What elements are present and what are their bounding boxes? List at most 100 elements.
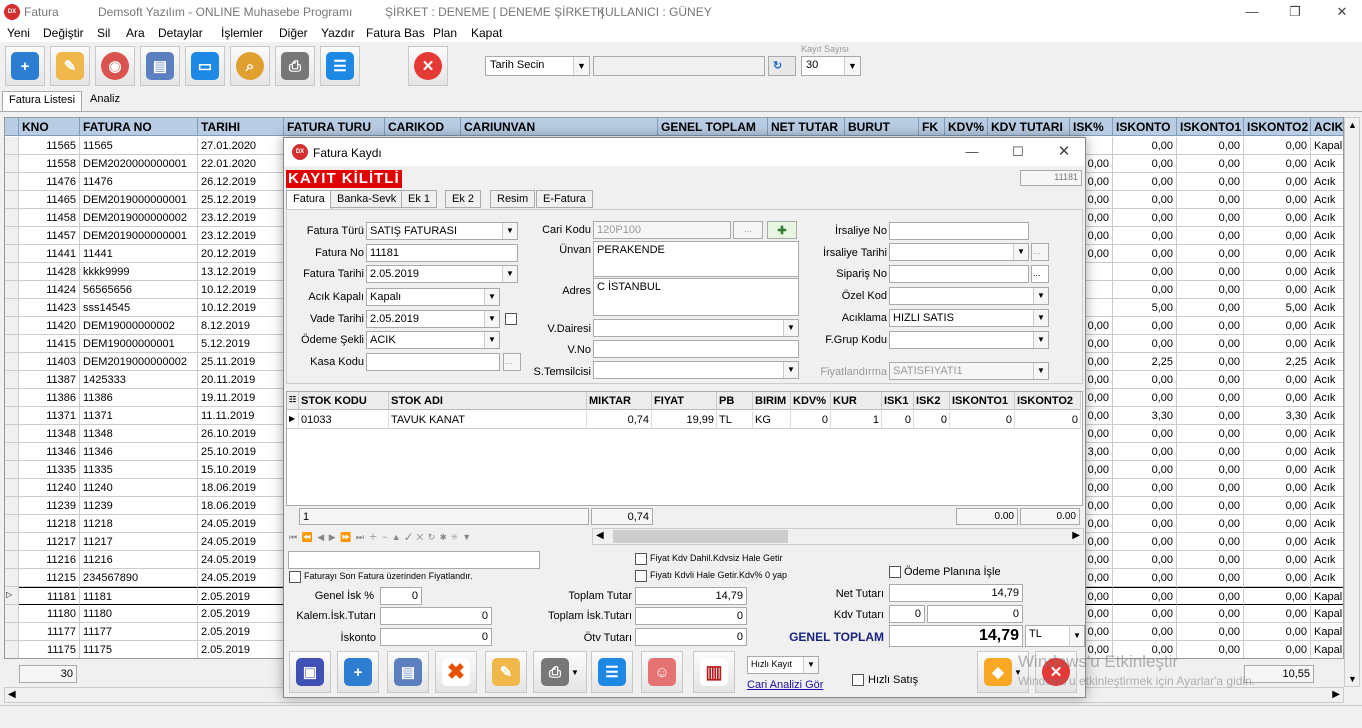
items-cell[interactable]: 0,74	[587, 411, 652, 429]
irsaliye-ellipsis-button[interactable]: ...	[1031, 243, 1049, 261]
table-cell[interactable]: Acık	[1311, 407, 1343, 425]
table-cell[interactable]: 0,00	[1113, 317, 1177, 335]
row-indicator[interactable]	[5, 461, 19, 479]
row-indicator[interactable]	[5, 425, 19, 443]
items-cell[interactable]: 1	[831, 411, 882, 429]
table-cell[interactable]: 24.05.2019	[198, 515, 284, 533]
table-cell[interactable]: 26.10.2019	[198, 425, 284, 443]
minimize-icon[interactable]: —	[1242, 2, 1262, 22]
f-grup-kodu-select[interactable]: ▼	[889, 331, 1049, 349]
table-cell[interactable]: 0,00	[1244, 317, 1311, 335]
table-cell[interactable]: 0,00	[1177, 371, 1244, 389]
table-cell[interactable]: 27.01.2020	[198, 137, 284, 155]
dialog-minimize-icon[interactable]: —	[962, 142, 982, 162]
items-header[interactable]: STOK ADI	[389, 392, 587, 410]
dialog-cancel-button[interactable]: ✕	[1035, 651, 1077, 693]
table-cell[interactable]: 11216	[19, 551, 80, 569]
table-cell[interactable]: Acık	[1311, 443, 1343, 461]
date-range-field[interactable]	[593, 56, 765, 76]
table-cell[interactable]: 0,00	[1244, 641, 1311, 658]
table-cell[interactable]: 18.06.2019	[198, 497, 284, 515]
menu-plan[interactable]: Plan	[433, 26, 457, 40]
grid-header[interactable]: TARIHI	[198, 118, 284, 136]
row-indicator[interactable]: ▷	[5, 587, 19, 605]
kdv-a-input[interactable]: 0	[889, 605, 925, 623]
table-cell[interactable]: 0,00	[1113, 335, 1177, 353]
table-cell[interactable]: 0,00	[1177, 353, 1244, 371]
table-cell[interactable]: 23.12.2019	[198, 227, 284, 245]
table-cell[interactable]: Acık	[1311, 317, 1343, 335]
grid-header[interactable]: BURUT	[845, 118, 919, 136]
table-cell[interactable]: 11346	[80, 443, 198, 461]
scroll-left-icon[interactable]: ◀	[8, 689, 16, 700]
database-button[interactable]: ▤	[140, 46, 180, 86]
table-cell[interactable]: Acık	[1311, 515, 1343, 533]
date-select[interactable]: Tarih Secin ▼	[485, 56, 590, 76]
dtab-resim[interactable]: Resim	[490, 190, 536, 208]
print-button[interactable]: ⎙	[275, 46, 315, 86]
genel-isk-input[interactable]: 0	[380, 587, 422, 605]
row-indicator[interactable]	[5, 515, 19, 533]
table-cell[interactable]: 0,00	[1244, 551, 1311, 569]
table-cell[interactable]: 0,00	[1177, 173, 1244, 191]
scroll-right-icon[interactable]: ▶	[1332, 689, 1340, 700]
close-button[interactable]: ✕	[408, 46, 448, 86]
ozel-kod-select[interactable]: ▼	[889, 287, 1049, 305]
table-cell[interactable]: Kapalı	[1311, 641, 1343, 658]
table-cell[interactable]: 0,00	[1244, 371, 1311, 389]
table-cell[interactable]: Kapalı	[1311, 605, 1343, 623]
table-cell[interactable]: 11177	[80, 623, 198, 641]
table-cell[interactable]: 0,00	[1113, 227, 1177, 245]
table-cell[interactable]: 0,00	[1177, 155, 1244, 173]
table-cell[interactable]: 0,00	[1244, 587, 1311, 605]
items-header[interactable]: ISKONTO1	[950, 392, 1015, 410]
table-cell[interactable]: 25.12.2019	[198, 191, 284, 209]
table-cell[interactable]: 0,00	[1244, 497, 1311, 515]
table-cell[interactable]: Acık	[1311, 209, 1343, 227]
table-cell[interactable]: 11239	[80, 497, 198, 515]
hizli-satis-checkbox[interactable]	[852, 674, 864, 686]
table-cell[interactable]: Acık	[1311, 533, 1343, 551]
menu-diger[interactable]: Diğer	[279, 26, 308, 40]
table-cell[interactable]: 11180	[19, 605, 80, 623]
database-button[interactable]: ▤	[387, 651, 429, 693]
table-cell[interactable]: 11216	[80, 551, 198, 569]
fatura-no-input[interactable]: 11181	[366, 244, 518, 262]
save-button[interactable]: ▣	[289, 651, 331, 693]
table-cell[interactable]: 2.05.2019	[198, 587, 284, 605]
table-cell[interactable]: 11218	[80, 515, 198, 533]
table-cell[interactable]: 5.12.2019	[198, 335, 284, 353]
row-indicator[interactable]	[5, 191, 19, 209]
table-cell[interactable]: 11424	[19, 281, 80, 299]
menu-degistir[interactable]: Değiştir	[43, 26, 84, 40]
items-header[interactable]: STOK KODU	[299, 392, 389, 410]
menu-yazdir[interactable]: Yazdır	[321, 26, 355, 40]
maximize-icon[interactable]: ❐	[1285, 2, 1305, 22]
siparis-ellipsis-button[interactable]: ...	[1031, 265, 1049, 283]
table-cell[interactable]: 11465	[19, 191, 80, 209]
row-indicator[interactable]	[5, 209, 19, 227]
irsaliye-tarihi-picker[interactable]: ▼	[889, 243, 1029, 261]
table-cell[interactable]: 0,00	[1177, 281, 1244, 299]
hizli-kayit-select[interactable]: Hızlı Kayıt ▼	[747, 656, 819, 674]
table-cell[interactable]: Acık	[1311, 371, 1343, 389]
kdv-b-input[interactable]: 0	[927, 605, 1023, 623]
row-indicator[interactable]	[5, 623, 19, 641]
table-cell[interactable]: kkkk9999	[80, 263, 198, 281]
table-cell[interactable]: 0,00	[1244, 335, 1311, 353]
grid-header[interactable]: ISKONTO2	[1244, 118, 1311, 136]
row-indicator[interactable]	[5, 155, 19, 173]
table-cell[interactable]: 56565656	[80, 281, 198, 299]
row-indicator[interactable]	[5, 389, 19, 407]
menu-ara[interactable]: Ara	[126, 26, 145, 40]
row-indicator[interactable]	[5, 173, 19, 191]
add-cari-button[interactable]: ✚	[767, 221, 797, 239]
dtab-ek1[interactable]: Ek 1	[401, 190, 438, 208]
row-indicator[interactable]	[5, 335, 19, 353]
table-cell[interactable]: 2.05.2019	[198, 641, 284, 658]
row-indicator[interactable]	[5, 533, 19, 551]
table-cell[interactable]: 11386	[19, 389, 80, 407]
table-cell[interactable]: 0,00	[1177, 425, 1244, 443]
acik-kapali-select[interactable]: Kapalı ▼	[366, 288, 500, 306]
folder-button[interactable]: ▭	[185, 46, 225, 86]
